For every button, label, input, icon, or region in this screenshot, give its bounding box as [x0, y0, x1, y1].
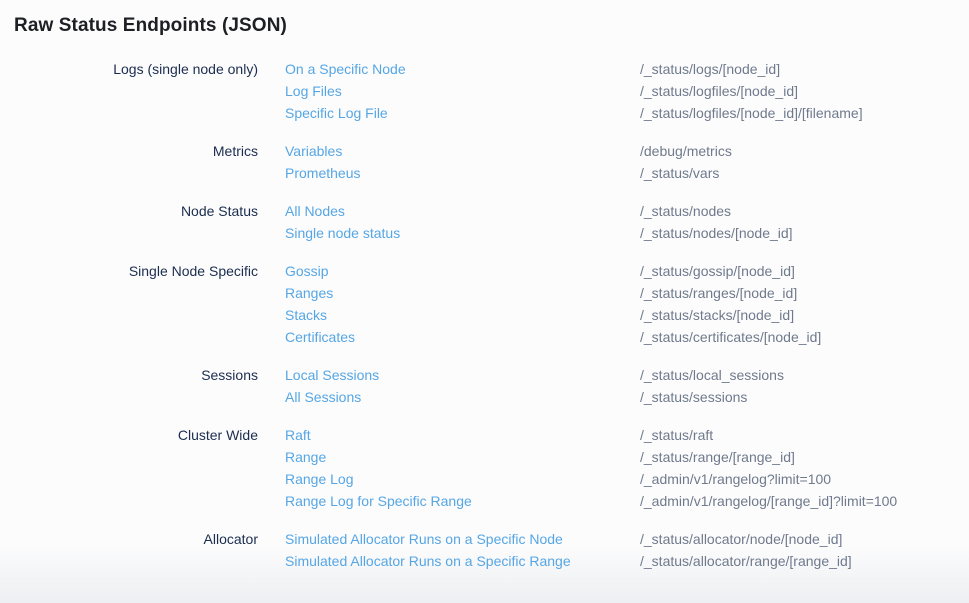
- endpoint-path: /_status/allocator/range/[range_id]: [640, 550, 852, 572]
- endpoint-link[interactable]: Log Files: [285, 80, 640, 102]
- endpoint-link[interactable]: Certificates: [285, 326, 640, 348]
- endpoint-path: /_status/raft: [640, 424, 713, 446]
- endpoint-link[interactable]: Local Sessions: [285, 364, 640, 386]
- endpoint-group: Allocator Simulated Allocator Runs on a …: [14, 528, 969, 572]
- endpoint-group: Single Node Specific Gossip /_status/gos…: [14, 260, 969, 348]
- endpoint-link[interactable]: Prometheus: [285, 162, 640, 184]
- endpoint-row: Simulated Allocator Runs on a Specific R…: [285, 550, 852, 572]
- endpoint-link[interactable]: On a Specific Node: [285, 58, 640, 80]
- endpoint-link[interactable]: Range: [285, 446, 640, 468]
- endpoint-row: Raft /_status/raft: [285, 424, 897, 446]
- entry-list: All Nodes /_status/nodes Single node sta…: [285, 200, 793, 244]
- endpoint-row: Range Log /_admin/v1/rangelog?limit=100: [285, 468, 897, 490]
- endpoint-groups: Logs (single node only) On a Specific No…: [14, 58, 969, 572]
- endpoint-row: Stacks /_status/stacks/[node_id]: [285, 304, 821, 326]
- endpoint-path: /_status/certificates/[node_id]: [640, 326, 821, 348]
- category-label: Logs (single node only): [14, 58, 258, 124]
- endpoint-group: Node Status All Nodes /_status/nodes Sin…: [14, 200, 969, 244]
- endpoint-path: /_status/stacks/[node_id]: [640, 304, 794, 326]
- endpoint-link[interactable]: All Nodes: [285, 200, 640, 222]
- endpoint-group: Logs (single node only) On a Specific No…: [14, 58, 969, 124]
- category-label: Single Node Specific: [14, 260, 258, 348]
- endpoint-group: Metrics Variables /debug/metrics Prometh…: [14, 140, 969, 184]
- endpoint-path: /_status/ranges/[node_id]: [640, 282, 797, 304]
- category-label: Node Status: [14, 200, 258, 244]
- endpoint-path: /_status/logfiles/[node_id]: [640, 80, 798, 102]
- endpoint-link[interactable]: Range Log for Specific Range: [285, 490, 640, 512]
- endpoint-path: /debug/metrics: [640, 140, 732, 162]
- entry-list: Variables /debug/metrics Prometheus /_st…: [285, 140, 732, 184]
- endpoint-path: /_status/nodes/[node_id]: [640, 222, 793, 244]
- endpoint-row: Simulated Allocator Runs on a Specific N…: [285, 528, 852, 550]
- endpoint-row: Single node status /_status/nodes/[node_…: [285, 222, 793, 244]
- endpoint-group: Sessions Local Sessions /_status/local_s…: [14, 364, 969, 408]
- endpoint-link[interactable]: Ranges: [285, 282, 640, 304]
- endpoint-row: Log Files /_status/logfiles/[node_id]: [285, 80, 863, 102]
- endpoint-path: /_status/logs/[node_id]: [640, 58, 780, 80]
- entry-list: On a Specific Node /_status/logs/[node_i…: [285, 58, 863, 124]
- endpoint-path: /_admin/v1/rangelog?limit=100: [640, 468, 831, 490]
- category-label: Allocator: [14, 528, 258, 572]
- endpoint-row: Range /_status/range/[range_id]: [285, 446, 897, 468]
- endpoint-row: Range Log for Specific Range /_admin/v1/…: [285, 490, 897, 512]
- category-label: Cluster Wide: [14, 424, 258, 512]
- endpoint-group: Cluster Wide Raft /_status/raft Range /_…: [14, 424, 969, 512]
- endpoint-row: Gossip /_status/gossip/[node_id]: [285, 260, 821, 282]
- entry-list: Local Sessions /_status/local_sessions A…: [285, 364, 784, 408]
- endpoint-link[interactable]: Variables: [285, 140, 640, 162]
- endpoint-row: All Nodes /_status/nodes: [285, 200, 793, 222]
- endpoint-path: /_status/vars: [640, 162, 719, 184]
- endpoint-link[interactable]: Stacks: [285, 304, 640, 326]
- endpoint-link[interactable]: Single node status: [285, 222, 640, 244]
- endpoint-row: Ranges /_status/ranges/[node_id]: [285, 282, 821, 304]
- endpoint-path: /_status/range/[range_id]: [640, 446, 795, 468]
- endpoint-row: Certificates /_status/certificates/[node…: [285, 326, 821, 348]
- endpoint-path: /_status/logfiles/[node_id]/[filename]: [640, 102, 863, 124]
- page-title: Raw Status Endpoints (JSON): [14, 13, 969, 39]
- endpoint-link[interactable]: All Sessions: [285, 386, 640, 408]
- endpoint-path: /_status/nodes: [640, 200, 731, 222]
- endpoint-link[interactable]: Gossip: [285, 260, 640, 282]
- endpoint-row: Local Sessions /_status/local_sessions: [285, 364, 784, 386]
- endpoint-path: /_admin/v1/rangelog/[range_id]?limit=100: [640, 490, 897, 512]
- category-label: Sessions: [14, 364, 258, 408]
- entry-list: Gossip /_status/gossip/[node_id] Ranges …: [285, 260, 821, 348]
- entry-list: Simulated Allocator Runs on a Specific N…: [285, 528, 852, 572]
- endpoint-link[interactable]: Simulated Allocator Runs on a Specific N…: [285, 528, 640, 550]
- endpoint-path: /_status/sessions: [640, 386, 747, 408]
- endpoint-path: /_status/allocator/node/[node_id]: [640, 528, 842, 550]
- entry-list: Raft /_status/raft Range /_status/range/…: [285, 424, 897, 512]
- endpoint-row: On a Specific Node /_status/logs/[node_i…: [285, 58, 863, 80]
- endpoint-path: /_status/local_sessions: [640, 364, 784, 386]
- endpoint-link[interactable]: Specific Log File: [285, 102, 640, 124]
- endpoint-row: Prometheus /_status/vars: [285, 162, 732, 184]
- endpoint-row: Specific Log File /_status/logfiles/[nod…: [285, 102, 863, 124]
- endpoint-link[interactable]: Simulated Allocator Runs on a Specific R…: [285, 550, 640, 572]
- endpoint-link[interactable]: Range Log: [285, 468, 640, 490]
- category-label: Metrics: [14, 140, 258, 184]
- debug-endpoints-page: Raw Status Endpoints (JSON) Logs (single…: [0, 0, 969, 603]
- endpoint-link[interactable]: Raft: [285, 424, 640, 446]
- endpoint-path: /_status/gossip/[node_id]: [640, 260, 795, 282]
- endpoint-row: All Sessions /_status/sessions: [285, 386, 784, 408]
- endpoint-row: Variables /debug/metrics: [285, 140, 732, 162]
